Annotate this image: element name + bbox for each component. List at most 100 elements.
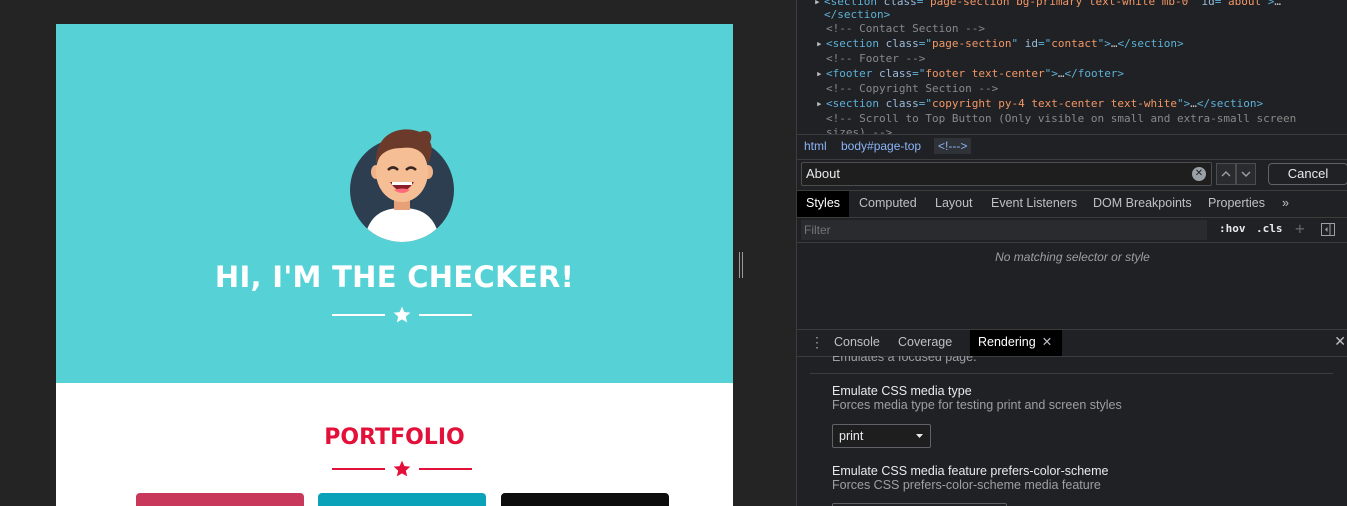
- dom-token: copyright py-4 text-center text-white: [931, 97, 1178, 110]
- divider-line: [332, 314, 385, 316]
- search-input[interactable]: [806, 165, 1186, 181]
- dom-token: </section>: [824, 8, 891, 21]
- tab-coverage[interactable]: Coverage: [898, 330, 952, 356]
- previous-match-button[interactable]: [1216, 163, 1236, 185]
- dom-token: =": [1037, 37, 1052, 50]
- expand-triangle-icon: [816, 51, 824, 66]
- portfolio-title: PORTFOLIO: [324, 425, 465, 450]
- dom-node-line[interactable]: ▸ <footer class="footer text-center">…</f…: [816, 66, 1124, 81]
- filter-input[interactable]: [804, 222, 1184, 238]
- dom-token: …: [1190, 97, 1197, 110]
- avatar-image: [350, 129, 454, 242]
- chevron-up-icon: [1221, 171, 1231, 177]
- new-rule-button[interactable]: +: [1295, 219, 1305, 238]
- dom-token: <section: [826, 97, 886, 110]
- dropdown-arrow-icon: [916, 434, 923, 438]
- expand-triangle-icon: [816, 81, 824, 96]
- dom-node-line[interactable]: <!-- Contact Section -->: [826, 21, 985, 36]
- filter-box: [801, 220, 1207, 240]
- dom-token: contact: [1051, 37, 1098, 50]
- expand-triangle-icon: [816, 21, 824, 36]
- dom-node-line[interactable]: <!-- Copyright Section -->: [826, 81, 998, 96]
- next-match-button[interactable]: [1236, 163, 1256, 185]
- tab-event-listeners[interactable]: Event Listeners: [991, 191, 1077, 217]
- clear-icon[interactable]: ✕: [1192, 167, 1206, 181]
- tab-dom-breakpoints[interactable]: DOM Breakpoints: [1093, 191, 1192, 217]
- dom-token: id: [1201, 0, 1215, 8]
- cancel-button[interactable]: Cancel: [1268, 163, 1347, 185]
- dom-token: <!-- Copyright Section -->: [826, 82, 999, 95]
- dom-token: </section>: [1117, 37, 1184, 50]
- breadcrumb-html[interactable]: html: [804, 139, 827, 153]
- dom-token: page-section: [931, 37, 1012, 50]
- dom-token: class: [885, 37, 919, 50]
- masthead-section: HI, I'M THE CHECKER!: [56, 24, 733, 383]
- dom-token: ">: [1177, 97, 1191, 110]
- class-toggle[interactable]: .cls: [1256, 222, 1283, 235]
- styles-toolbar: :hov .cls +: [797, 218, 1347, 243]
- dom-token: …: [1274, 0, 1282, 8]
- portfolio-item-3[interactable]: [501, 493, 669, 506]
- dom-node-line[interactable]: ▸ <section class="page-section" id="conta…: [816, 36, 1184, 51]
- dom-node-line[interactable]: </section>: [824, 7, 890, 22]
- dom-token: </section>: [1196, 97, 1264, 110]
- divider-line: [332, 468, 385, 470]
- more-options-icon[interactable]: ⋮: [810, 334, 824, 351]
- breadcrumb-body[interactable]: body#page-top: [841, 139, 921, 153]
- tab-rendering[interactable]: Rendering ✕: [970, 330, 1062, 356]
- dom-token: <section: [826, 37, 886, 50]
- tab-styles[interactable]: Styles: [797, 191, 850, 217]
- close-tab-icon[interactable]: ✕: [1042, 335, 1052, 349]
- portfolio-item-2[interactable]: [318, 493, 486, 506]
- dom-token: =": [916, 0, 930, 8]
- dom-token: ">: [1261, 0, 1275, 8]
- rendering-panel: Emulates a focused page. Emulate CSS med…: [797, 356, 1347, 506]
- dom-tree[interactable]: ▸ <section class="page-section bg-primary…: [797, 0, 1347, 134]
- expand-triangle-icon[interactable]: ▸: [816, 36, 824, 51]
- expand-triangle-icon[interactable]: ▸: [816, 66, 824, 81]
- dom-token: =": [918, 37, 932, 50]
- dom-node-line[interactable]: sizes) -->: [826, 125, 892, 134]
- tab-layout[interactable]: Layout: [935, 191, 973, 217]
- hero-title: HI, I'M THE CHECKER!: [214, 260, 575, 294]
- dom-token: <!-- Contact Section -->: [826, 22, 985, 35]
- dom-token: page-section bg-primary text-white mb-0: [929, 0, 1189, 8]
- resize-handle[interactable]: [738, 252, 744, 278]
- dom-node-line[interactable]: <!-- Scroll to Top Button (Only visible …: [826, 111, 1296, 126]
- more-tabs-icon[interactable]: »: [1282, 191, 1289, 217]
- dom-token: =": [912, 67, 926, 80]
- focused-page-desc: Emulates a focused page.: [832, 356, 977, 364]
- dom-node-line[interactable]: ▸ <section class="page-section bg-primary…: [814, 0, 1282, 9]
- tab-console[interactable]: Console: [834, 330, 880, 356]
- dom-token: <footer: [826, 67, 879, 80]
- dom-token: =": [918, 97, 932, 110]
- hover-state-toggle[interactable]: :hov: [1219, 222, 1246, 235]
- toggle-sidebar-icon[interactable]: [1321, 223, 1335, 236]
- dom-token: about: [1228, 0, 1262, 8]
- page-viewport: HI, I'M THE CHECKER! PORTFOLIO: [0, 0, 752, 506]
- media-type-title: Emulate CSS media type: [832, 384, 972, 398]
- star-icon: [393, 306, 411, 323]
- breadcrumb-comment[interactable]: <!--->: [934, 138, 972, 154]
- dom-token: ">: [1097, 37, 1111, 50]
- website-page: HI, I'M THE CHECKER! PORTFOLIO: [56, 24, 733, 506]
- portfolio-item-1[interactable]: [136, 493, 304, 506]
- search-box: ✕: [801, 162, 1212, 186]
- media-type-desc: Forces media type for testing print and …: [832, 398, 1122, 412]
- close-drawer-icon[interactable]: ✕: [1334, 333, 1346, 350]
- tab-computed[interactable]: Computed: [859, 191, 917, 217]
- dom-token: <!-- Scroll to Top Button (Only visible …: [826, 112, 1297, 125]
- star-icon: [393, 460, 411, 477]
- dom-node-line[interactable]: <!-- Footer -->: [826, 51, 925, 66]
- dom-token: class: [885, 97, 919, 110]
- tab-properties[interactable]: Properties: [1208, 191, 1265, 217]
- media-type-select[interactable]: print: [832, 424, 931, 448]
- search-bar: ✕ Cancel: [797, 160, 1347, 188]
- divider-line: [419, 314, 472, 316]
- expand-triangle-icon[interactable]: ▸: [816, 96, 824, 111]
- dom-node-line[interactable]: ▸ <section class="copyright py-4 text-cen…: [816, 96, 1264, 111]
- dom-token: ">: [1044, 67, 1058, 80]
- expand-triangle-icon: [814, 7, 822, 22]
- dom-token: class: [878, 67, 913, 80]
- styles-tabbar: Styles Computed Layout Event Listeners D…: [797, 190, 1347, 218]
